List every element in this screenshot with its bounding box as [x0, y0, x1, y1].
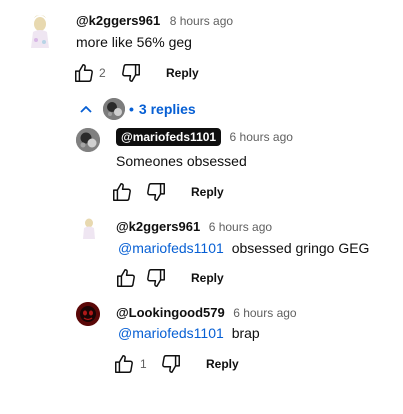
reply-author[interactable]: @Lookingood579 [116, 305, 225, 320]
reply-reply-button[interactable]: Reply [191, 271, 224, 285]
reply-text: @mariofeds1101 brap [118, 325, 260, 341]
reply-like-button[interactable] [111, 181, 133, 203]
reply-like-button[interactable] [113, 353, 135, 375]
reply-body: obsessed gringo GEG [231, 240, 370, 256]
thumb-down-icon [147, 269, 165, 287]
reply-reply-button[interactable]: Reply [191, 185, 224, 199]
reply-author[interactable]: @k2ggers961 [116, 219, 200, 234]
like-count: 2 [99, 66, 106, 80]
reply-dislike-button[interactable] [145, 181, 167, 203]
reply-time[interactable]: 6 hours ago [233, 306, 296, 320]
comment-header: @k2ggers961 8 hours ago [76, 12, 233, 30]
thumb-down-icon [122, 64, 140, 82]
reply-dislike-button[interactable] [145, 267, 167, 289]
reply-body: brap [231, 325, 260, 341]
chevron-up-icon [80, 106, 92, 113]
reply-time[interactable]: 6 hours ago [209, 220, 272, 234]
reply-button[interactable]: Reply [166, 66, 199, 80]
mention-link[interactable]: @mariofeds1101 [118, 240, 224, 256]
thumb-up-icon [117, 269, 135, 287]
reply-text: Someones obsessed [116, 153, 247, 169]
thumb-up-icon [75, 64, 93, 82]
reply-reply-button[interactable]: Reply [206, 357, 239, 371]
creator-avatar [103, 98, 125, 120]
reply-text: @mariofeds1101 obsessed gringo GEG [118, 240, 369, 256]
thumb-up-icon [115, 355, 133, 373]
replies-toggle[interactable]: • 3 replies [78, 98, 196, 120]
reply-like-button[interactable] [115, 267, 137, 289]
reply-author[interactable]: @mariofeds1101 [116, 128, 222, 146]
avatar-lookingood579[interactable] [76, 302, 100, 326]
avatar-k2ggers961[interactable] [24, 10, 56, 50]
comment-text: more like 56% geg [76, 34, 192, 50]
dislike-button[interactable] [120, 62, 142, 84]
reply-dislike-button[interactable] [160, 353, 182, 375]
replies-bullet: • [129, 101, 134, 117]
reply-header: @k2ggers961 6 hours ago [116, 218, 272, 236]
comment-author[interactable]: @k2ggers961 [76, 13, 160, 28]
thumb-down-icon [147, 183, 165, 201]
mention-link[interactable]: @mariofeds1101 [118, 325, 224, 341]
avatar-mariofeds1101[interactable] [76, 128, 100, 152]
thumb-down-icon [162, 355, 180, 373]
reply-time[interactable]: 6 hours ago [230, 130, 293, 144]
avatar-k2ggers961[interactable] [79, 214, 99, 240]
reply-header: @mariofeds1101 6 hours ago [116, 128, 293, 146]
comment-time[interactable]: 8 hours ago [170, 14, 233, 28]
reply-header: @Lookingood579 6 hours ago [116, 304, 297, 322]
reply-like-count: 1 [140, 357, 147, 371]
replies-count-label[interactable]: 3 replies [139, 101, 196, 117]
thumb-up-icon [113, 183, 131, 201]
like-button[interactable] [73, 62, 95, 84]
